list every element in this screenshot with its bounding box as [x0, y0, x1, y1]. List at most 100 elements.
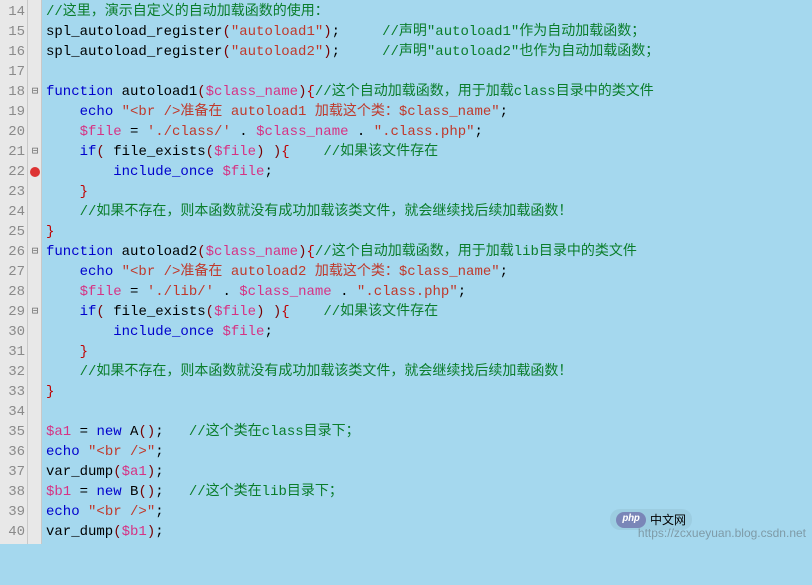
token: $class_name	[256, 124, 348, 140]
token: './class/'	[147, 124, 231, 140]
fold-marker	[28, 62, 42, 82]
token: $file	[80, 124, 122, 140]
code-line[interactable]: }	[46, 382, 812, 402]
token: $class_name	[206, 84, 298, 100]
line-number: 16	[4, 42, 25, 62]
token: $a1	[46, 424, 71, 440]
fold-marker	[28, 382, 42, 402]
code-line[interactable]: }	[46, 342, 812, 362]
token: var_dump	[46, 524, 113, 540]
token: ) )	[256, 144, 281, 160]
code-line[interactable]: $file = './lib/' . $class_name . ".class…	[46, 282, 812, 302]
token: )	[323, 24, 331, 40]
fold-marker	[28, 462, 42, 482]
token: (	[113, 464, 121, 480]
line-number: 18	[4, 82, 25, 102]
token: ;	[155, 464, 163, 480]
token: }	[80, 344, 88, 360]
token: $a1	[122, 464, 147, 480]
breakpoint-icon[interactable]	[30, 167, 40, 177]
fold-marker	[28, 102, 42, 122]
code-line[interactable]: echo "<br />";	[46, 442, 812, 462]
code-line[interactable]: $file = './class/' . $class_name . ".cla…	[46, 122, 812, 142]
code-line[interactable]: if( file_exists($file) ){ //如果该文件存在	[46, 302, 812, 322]
line-number: 29	[4, 302, 25, 322]
token: ;	[155, 424, 189, 440]
token: ;	[332, 24, 382, 40]
token: .	[332, 284, 357, 300]
code-line[interactable]: if( file_exists($file) ){ //如果该文件存在	[46, 142, 812, 162]
token: (	[96, 304, 113, 320]
token: =	[122, 284, 147, 300]
token: include_once	[113, 324, 222, 340]
token: ;	[500, 264, 508, 280]
token: =	[71, 484, 96, 500]
token: "<br />准备在 autoload2 加载这个类：$class_name"	[122, 264, 500, 280]
fold-marker	[28, 262, 42, 282]
token: ".class.php"	[374, 124, 475, 140]
token: autoload1	[122, 84, 198, 100]
token: //这个类在class目录下；	[189, 424, 360, 440]
line-number: 35	[4, 422, 25, 442]
token: if	[80, 304, 97, 320]
fold-marker[interactable]: ⊟	[28, 242, 42, 262]
line-number: 23	[4, 182, 25, 202]
line-number-gutter: 1415161718192021222324252627282930313233…	[0, 0, 28, 544]
token: spl_autoload_register	[46, 24, 222, 40]
code-line[interactable]: $a1 = new A(); //这个类在class目录下；	[46, 422, 812, 442]
fold-marker	[28, 522, 42, 542]
fold-marker	[28, 122, 42, 142]
line-number: 34	[4, 402, 25, 422]
token: //这里，演示自定义的自动加载函数的使用：	[46, 4, 329, 20]
token: ;	[155, 504, 163, 520]
code-line[interactable]: //如果不存在，则本函数就没有成功加载该类文件，就会继续找后续加载函数！	[46, 362, 812, 382]
token: ;	[332, 44, 382, 60]
token: //这个自动加载函数，用于加载lib目录中的类文件	[315, 244, 637, 260]
token: echo	[80, 104, 122, 120]
token: new	[96, 484, 130, 500]
watermark-csdn: https://zcxueyuan.blog.csdn.net	[638, 526, 806, 540]
code-line[interactable]: }	[46, 222, 812, 242]
token: './lib/'	[147, 284, 214, 300]
code-line[interactable]	[46, 62, 812, 82]
code-line[interactable]	[46, 402, 812, 422]
code-editor: 1415161718192021222324252627282930313233…	[0, 0, 812, 544]
fold-marker	[28, 222, 42, 242]
fold-marker	[28, 42, 42, 62]
fold-marker	[28, 422, 42, 442]
token: "autoload1"	[231, 24, 323, 40]
fold-marker[interactable]: ⊟	[28, 302, 42, 322]
token: (	[222, 44, 230, 60]
token: echo	[46, 504, 88, 520]
fold-marker[interactable]: ⊟	[28, 142, 42, 162]
fold-marker	[28, 342, 42, 362]
token: (	[222, 24, 230, 40]
fold-breakpoint-margin: ⊟ ⊟ ⊟ ⊟	[28, 0, 42, 544]
code-line[interactable]: //这里，演示自定义的自动加载函数的使用：	[46, 2, 812, 22]
code-line[interactable]: echo "<br />准备在 autoload2 加载这个类：$class_n…	[46, 262, 812, 282]
code-line[interactable]: $b1 = new B(); //这个类在lib目录下；	[46, 482, 812, 502]
token: ;	[264, 164, 272, 180]
token: file_exists	[113, 304, 205, 320]
code-line[interactable]: spl_autoload_register("autoload2"); //声明…	[46, 42, 812, 62]
token: ;	[155, 444, 163, 460]
code-line[interactable]: function autoload2($class_name){//这个自动加载…	[46, 242, 812, 262]
fold-marker[interactable]: ⊟	[28, 82, 42, 102]
code-line[interactable]: function autoload1($class_name){//这个自动加载…	[46, 82, 812, 102]
line-number: 30	[4, 322, 25, 342]
token: $file	[214, 304, 256, 320]
token: =	[122, 124, 147, 140]
code-line[interactable]: include_once $file;	[46, 322, 812, 342]
token: //声明"autoload2"也作为自动加载函数；	[382, 44, 659, 60]
line-number: 28	[4, 282, 25, 302]
code-line[interactable]: }	[46, 182, 812, 202]
code-line[interactable]: //如果不存在，则本函数就没有成功加载该类文件，就会继续找后续加载函数！	[46, 202, 812, 222]
code-line[interactable]: var_dump($a1);	[46, 462, 812, 482]
code-line[interactable]: echo "<br />";	[46, 502, 812, 522]
code-line[interactable]: spl_autoload_register("autoload1"); //声明…	[46, 22, 812, 42]
code-line[interactable]: echo "<br />准备在 autoload1 加载这个类：$class_n…	[46, 102, 812, 122]
code-line[interactable]: include_once $file;	[46, 162, 812, 182]
token: .	[214, 284, 239, 300]
token	[290, 304, 324, 320]
code-area[interactable]: //这里，演示自定义的自动加载函数的使用： spl_autoload_regist…	[42, 0, 812, 544]
